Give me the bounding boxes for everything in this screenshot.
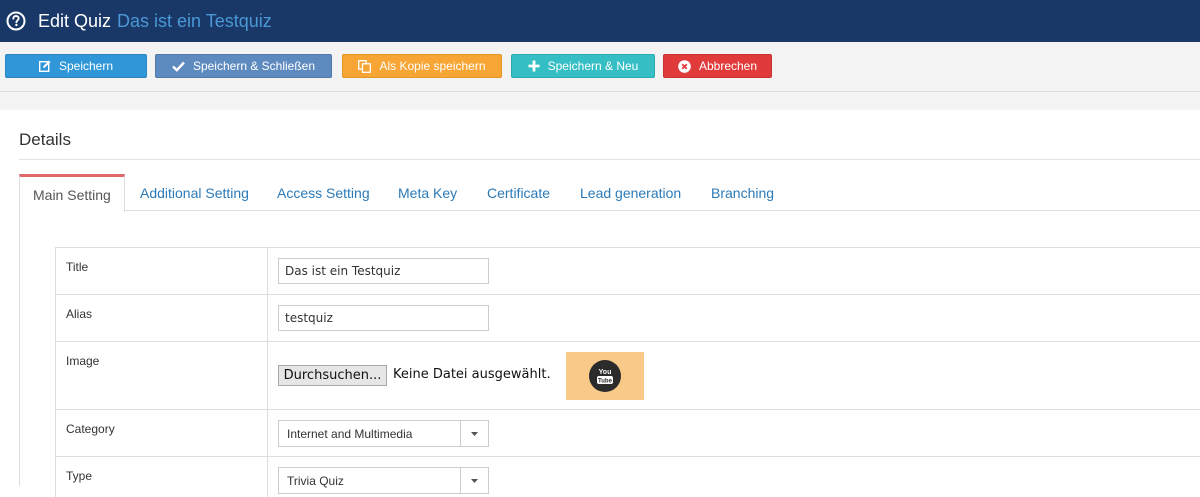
page-header: Edit Quiz Das ist ein Testquiz [0, 0, 1200, 42]
tab-main-setting[interactable]: Main Setting [19, 174, 125, 212]
alias-input[interactable]: testquiz [278, 305, 489, 331]
tab-meta-key[interactable]: Meta Key [398, 174, 457, 211]
help-circle-icon [6, 11, 26, 31]
tab-bar: Main Setting Additional Setting Access S… [19, 174, 1200, 212]
image-label: Image [66, 354, 100, 368]
youtube-logo-icon: You Tube [589, 360, 621, 392]
title-input[interactable]: Das ist ein Testquiz [278, 258, 489, 284]
column-divider [267, 342, 268, 409]
thumb-text-bottom: Tube [598, 378, 613, 384]
save-and-new-button[interactable]: Speichern & Neu [511, 54, 655, 78]
file-status-text: Keine Datei ausgewählt. [393, 367, 551, 382]
column-divider [267, 457, 268, 497]
check-icon [172, 61, 185, 72]
toolbar: Speichern Speichern & Schließen Als Kopi… [0, 42, 1200, 92]
column-divider [267, 295, 268, 341]
tab-panel-border [19, 211, 20, 486]
form-row-title: Title Das ist ein Testquiz [55, 248, 1200, 295]
alias-label: Alias [66, 307, 93, 321]
save-as-copy-button[interactable]: Als Kopie speichern [342, 54, 502, 78]
save-and-new-button-label: Speichern & Neu [547, 59, 639, 73]
edit-icon [38, 60, 51, 72]
image-thumbnail: You Tube [566, 352, 644, 400]
browse-file-button[interactable]: Durchsuchen... [278, 365, 387, 386]
save-as-copy-button-label: Als Kopie speichern [379, 59, 486, 73]
details-divider [19, 159, 1200, 160]
cancel-button[interactable]: Abbrechen [663, 54, 772, 78]
copy-icon [358, 59, 372, 73]
save-button[interactable]: Speichern [5, 54, 147, 78]
tab-certificate[interactable]: Certificate [487, 174, 550, 211]
tab-branching[interactable]: Branching [711, 174, 774, 211]
column-divider [267, 410, 268, 456]
cancel-circle-icon [678, 59, 691, 73]
page-subtitle: Das ist ein Testquiz [117, 10, 272, 31]
caret-down-icon [460, 421, 488, 446]
save-button-label: Speichern [58, 59, 114, 73]
plus-icon [528, 60, 540, 72]
cancel-button-label: Abbrechen [698, 59, 758, 73]
type-label: Type [66, 469, 93, 483]
category-select-value: Internet and Multimedia [287, 426, 413, 441]
save-and-close-button[interactable]: Speichern & Schließen [155, 54, 332, 78]
tab-access-setting[interactable]: Access Setting [277, 174, 370, 211]
details-heading: Details [19, 130, 71, 149]
caret-down-icon [460, 468, 488, 493]
form-row-type: Type Trivia Quiz [55, 457, 1200, 497]
column-divider [267, 248, 268, 294]
page-title: Edit Quiz [38, 10, 112, 31]
category-label: Category [66, 422, 115, 436]
thumb-text-top: You [599, 369, 612, 376]
save-and-close-button-label: Speichern & Schließen [192, 59, 316, 73]
form-row-category: Category Internet and Multimedia [55, 410, 1200, 457]
type-select[interactable]: Trivia Quiz [278, 467, 489, 494]
title-label: Title [66, 260, 89, 274]
tab-lead-generation[interactable]: Lead generation [580, 174, 681, 211]
toolbar-spacer [0, 92, 1200, 110]
category-select[interactable]: Internet and Multimedia [278, 420, 489, 447]
settings-form: Title Das ist ein Testquiz Alias testqui… [55, 247, 1200, 497]
form-row-alias: Alias testquiz [55, 295, 1200, 342]
tab-additional-setting[interactable]: Additional Setting [140, 174, 249, 211]
form-row-image: Image Durchsuchen... Keine Datei ausgewä… [55, 342, 1200, 410]
type-select-value: Trivia Quiz [287, 473, 344, 488]
